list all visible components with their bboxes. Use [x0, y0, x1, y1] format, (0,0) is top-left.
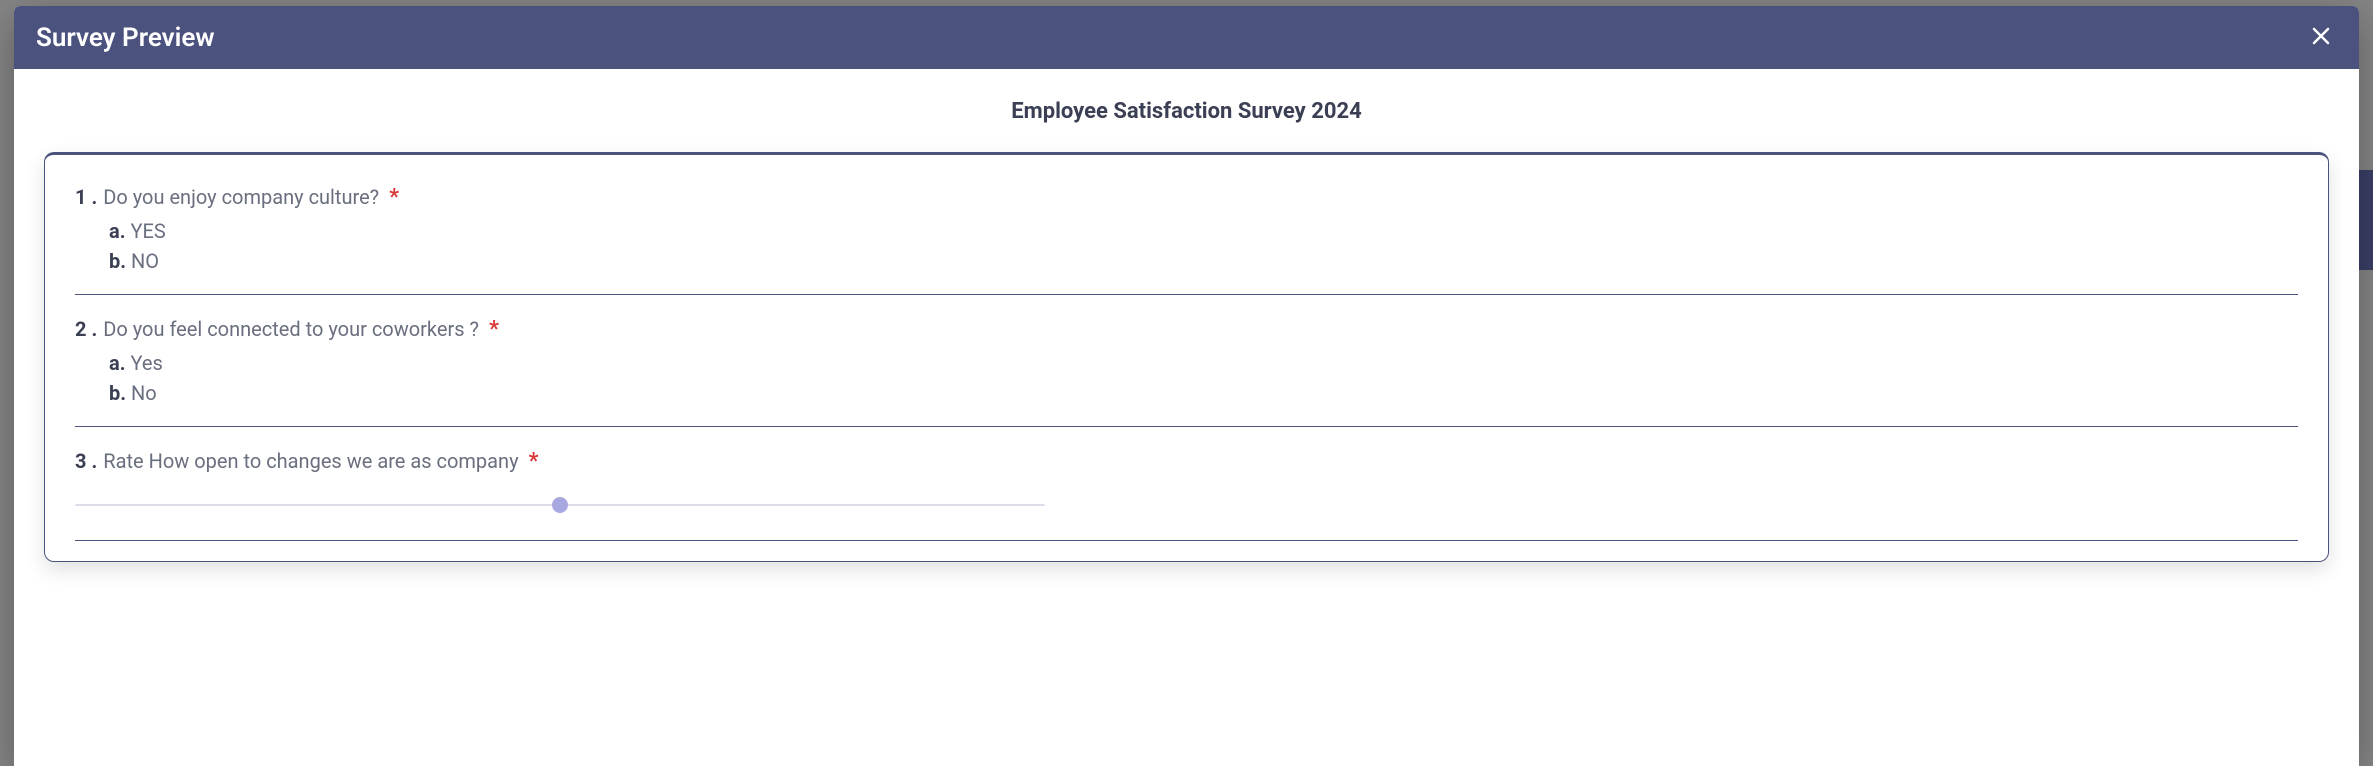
- modal-title: Survey Preview: [36, 23, 215, 53]
- option-letter: a.: [109, 219, 126, 243]
- required-marker: *: [489, 317, 499, 342]
- question-divider: [75, 294, 2298, 295]
- modal-header: Survey Preview: [14, 6, 2359, 69]
- modal-body: Employee Satisfaction Survey 2024 1 . Do…: [14, 69, 2359, 766]
- slider-thumb[interactable]: [552, 497, 568, 513]
- question-line: 1 . Do you enjoy company culture? *: [75, 185, 2298, 210]
- options-list: a. YES b. NO: [75, 216, 2298, 276]
- question-text: Do you enjoy company culture?: [103, 185, 379, 209]
- question-text: Rate How open to changes we are as compa…: [103, 449, 518, 473]
- survey-preview-modal: Survey Preview Employee Satisfaction Sur…: [14, 6, 2359, 766]
- rating-slider[interactable]: [75, 498, 1045, 512]
- option-item: b. No: [109, 378, 2298, 408]
- question-divider: [75, 426, 2298, 427]
- option-text: NO: [131, 249, 159, 273]
- question-divider: [75, 540, 2298, 541]
- slider-container: [75, 480, 2298, 522]
- option-letter: b.: [109, 249, 126, 273]
- option-letter: b.: [109, 381, 126, 405]
- option-item: b. NO: [109, 246, 2298, 276]
- question-block: 2 . Do you feel connected to your cowork…: [75, 317, 2298, 408]
- option-text: Yes: [130, 351, 162, 375]
- option-text: YES: [130, 219, 165, 243]
- question-number: 2 .: [75, 317, 97, 341]
- required-marker: *: [389, 185, 399, 210]
- option-item: a. Yes: [109, 348, 2298, 378]
- close-button[interactable]: [2305, 20, 2337, 55]
- survey-card: 1 . Do you enjoy company culture? * a. Y…: [44, 152, 2329, 562]
- option-text: No: [131, 381, 157, 405]
- survey-title: Employee Satisfaction Survey 2024: [14, 99, 2359, 124]
- options-list: a. Yes b. No: [75, 348, 2298, 408]
- question-line: 2 . Do you feel connected to your cowork…: [75, 317, 2298, 342]
- question-text: Do you feel connected to your coworkers …: [103, 317, 479, 341]
- question-block: 3 . Rate How open to changes we are as c…: [75, 449, 2298, 522]
- option-letter: a.: [109, 351, 126, 375]
- option-item: a. YES: [109, 216, 2298, 246]
- question-line: 3 . Rate How open to changes we are as c…: [75, 449, 2298, 474]
- close-icon: [2309, 24, 2333, 51]
- question-number: 1 .: [75, 185, 97, 209]
- question-number: 3 .: [75, 449, 97, 473]
- question-block: 1 . Do you enjoy company culture? * a. Y…: [75, 185, 2298, 276]
- required-marker: *: [529, 449, 539, 474]
